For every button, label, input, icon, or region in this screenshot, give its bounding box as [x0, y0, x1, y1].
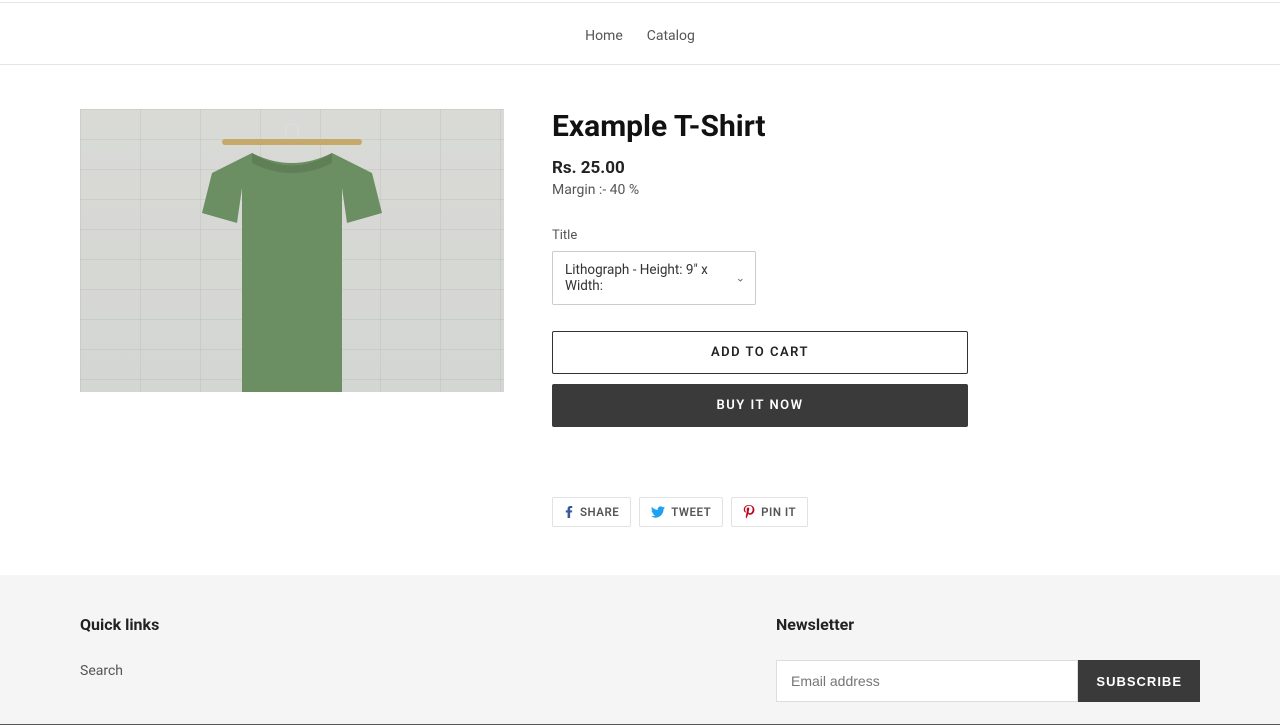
nav-catalog[interactable]: Catalog	[647, 28, 695, 44]
variant-select[interactable]: Lithograph - Height: 9" x Width: ⌄	[552, 251, 756, 305]
site-header: Home Catalog	[0, 3, 1280, 65]
tweet-label: TWEET	[671, 505, 711, 519]
share-facebook-button[interactable]: SHARE	[552, 497, 631, 527]
subscribe-button[interactable]: SUBSCRIBE	[1078, 660, 1200, 702]
facebook-icon	[564, 506, 574, 518]
product-info: Example T-Shirt Rs. 25.00 Margin :- 40 %…	[528, 109, 1200, 527]
quick-links-title: Quick links	[80, 615, 159, 634]
share-label: SHARE	[580, 505, 619, 519]
social-share-row: SHARE TWEET PIN IT	[552, 497, 1200, 527]
email-input[interactable]	[776, 660, 1078, 702]
main-nav: Home Catalog	[0, 25, 1280, 44]
site-footer: Quick links Search Newsletter SUBSCRIBE	[0, 575, 1280, 725]
variant-label: Title	[552, 228, 1200, 243]
tshirt-graphic	[182, 143, 402, 392]
footer-search-link[interactable]: Search	[80, 663, 123, 679]
product-margin: Margin :- 40 %	[552, 182, 1200, 198]
variant-selected-text: Lithograph - Height: 9" x Width:	[565, 262, 708, 294]
buy-now-button[interactable]: BUY IT NOW	[552, 384, 968, 427]
add-to-cart-button[interactable]: ADD TO CART	[552, 331, 968, 374]
chevron-down-icon: ⌄	[736, 272, 745, 285]
newsletter-title: Newsletter	[776, 615, 1200, 634]
product-section: Example T-Shirt Rs. 25.00 Margin :- 40 %…	[80, 65, 1200, 575]
pin-label: PIN IT	[761, 505, 796, 519]
pinterest-icon	[743, 505, 755, 519]
product-price: Rs. 25.00	[552, 158, 1200, 178]
share-twitter-button[interactable]: TWEET	[639, 497, 723, 527]
footer-newsletter: Newsletter SUBSCRIBE	[776, 615, 1200, 702]
share-pinterest-button[interactable]: PIN IT	[731, 497, 808, 527]
twitter-icon	[651, 506, 665, 518]
footer-quick-links: Quick links Search	[80, 615, 159, 702]
nav-home[interactable]: Home	[585, 28, 623, 44]
product-title: Example T-Shirt	[552, 109, 1200, 144]
product-image	[80, 109, 504, 392]
